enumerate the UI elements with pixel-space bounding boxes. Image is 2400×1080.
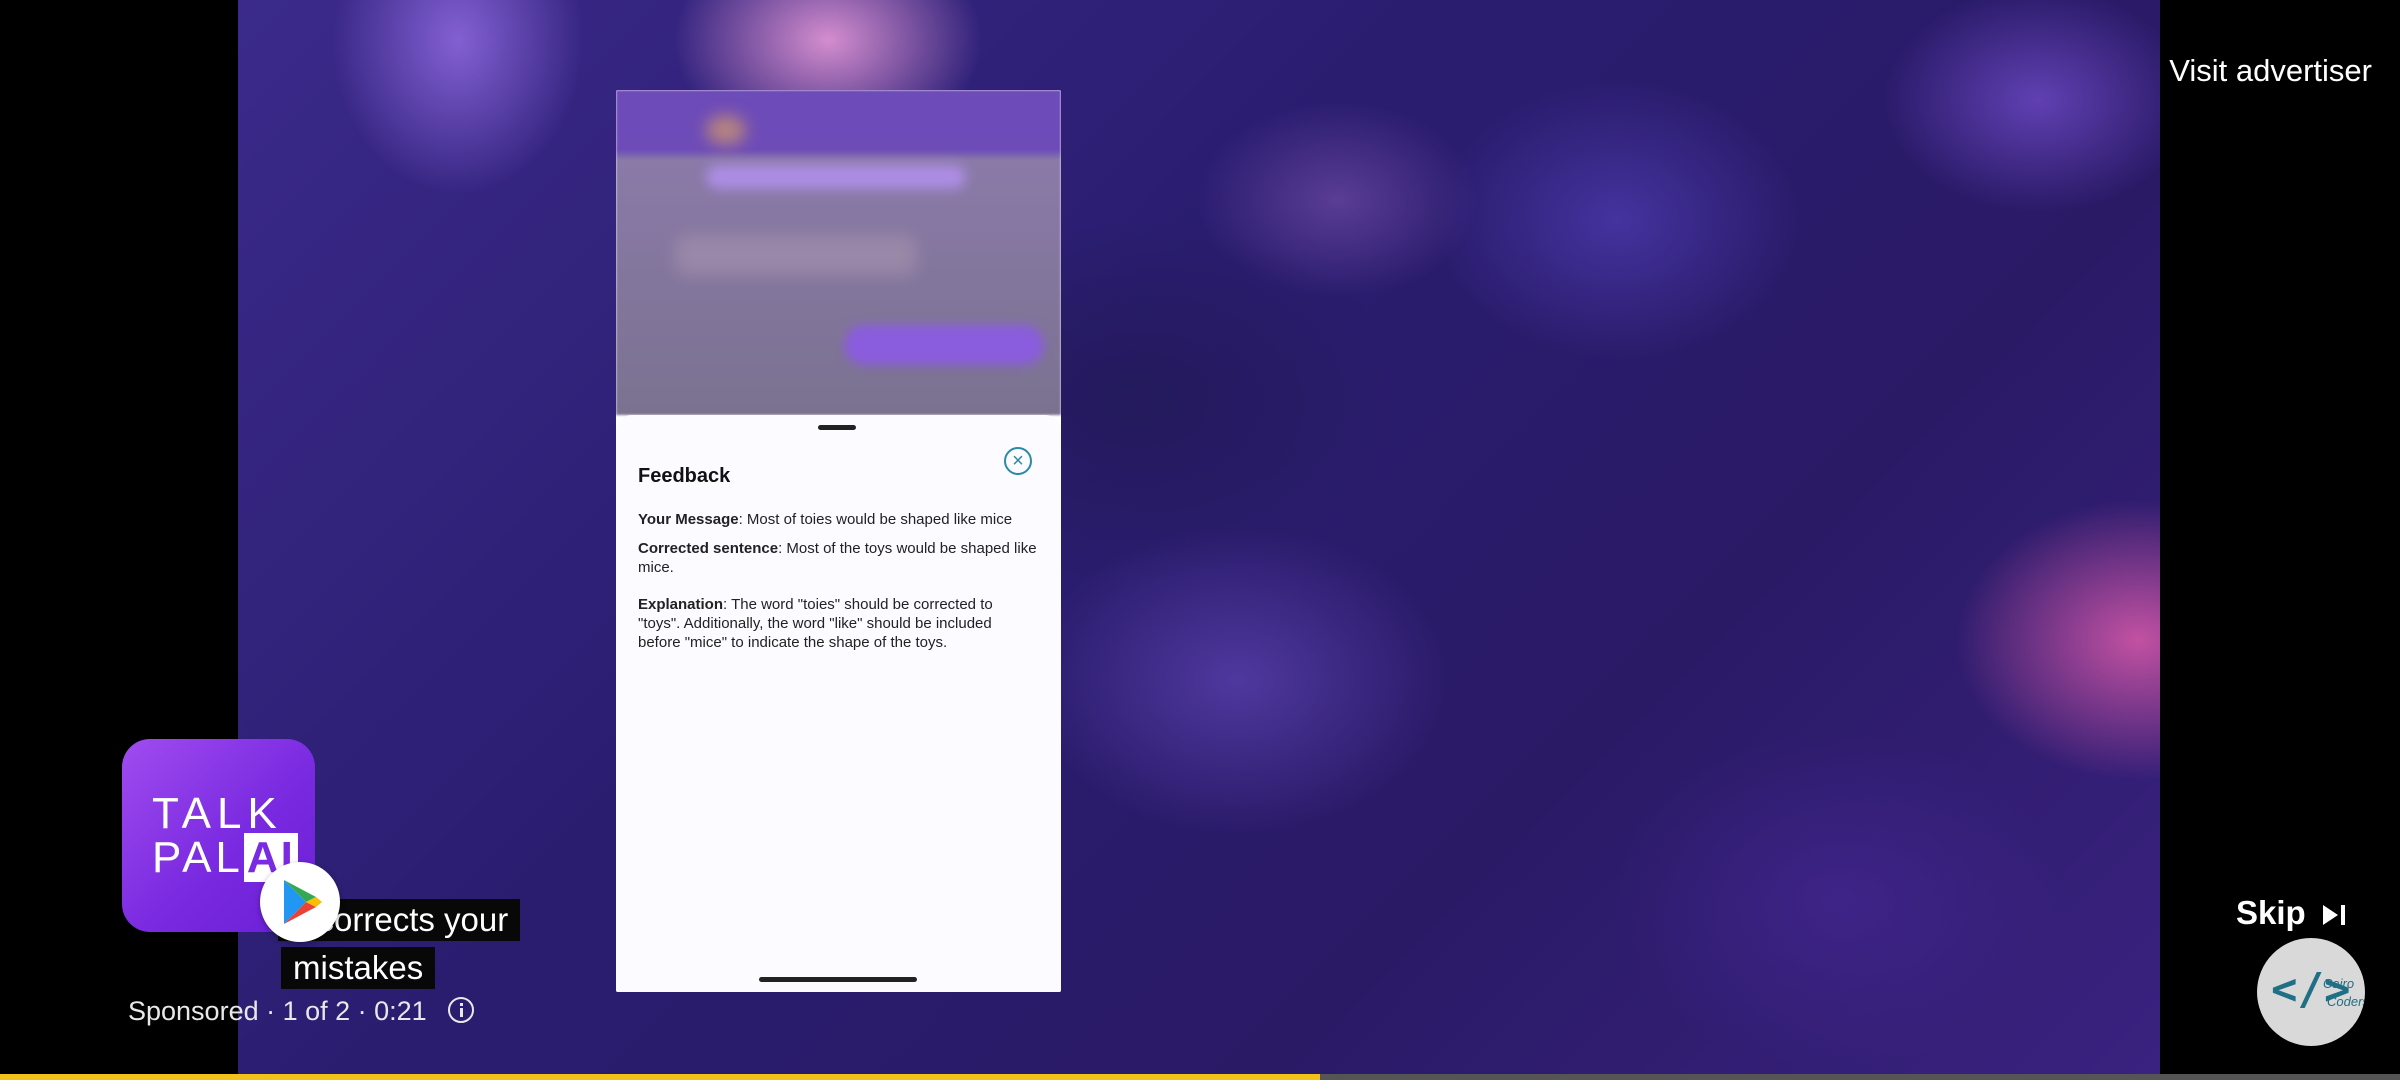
visit-advertiser-link[interactable]: Visit advertiser bbox=[2169, 53, 2372, 89]
close-icon: × bbox=[1004, 447, 1032, 475]
home-indicator bbox=[759, 977, 917, 982]
video-background bbox=[238, 0, 2160, 1080]
info-icon[interactable] bbox=[448, 997, 474, 1023]
caption-line2: mistakes bbox=[281, 947, 436, 989]
ad-progress-bar bbox=[0, 1074, 2400, 1080]
phone-mockup: × Feedback Your Message: Most of toies w… bbox=[616, 90, 1061, 992]
feedback-sheet: × Feedback Your Message: Most of toies w… bbox=[616, 415, 1061, 992]
corrected-sentence: Corrected sentence: Most of the toys wou… bbox=[638, 540, 1037, 576]
phone-blurred-top bbox=[616, 90, 1061, 415]
sheet-handle bbox=[818, 425, 856, 430]
sponsored-label: Sponsored · 1 of 2 · 0:21 bbox=[128, 996, 427, 1026]
ad-progress-fill bbox=[0, 1074, 1320, 1080]
skip-next-icon[interactable] bbox=[2320, 902, 2348, 928]
skip-button[interactable]: Skip bbox=[2236, 894, 2306, 932]
your-message: Your Message: Most of toies would be sha… bbox=[638, 511, 1013, 528]
feedback-title: Feedback bbox=[638, 465, 731, 487]
channel-name-line2: Coders bbox=[2327, 994, 2365, 1009]
video-player[interactable]: × Feedback Your Message: Most of toies w… bbox=[238, 0, 2160, 1080]
google-play-icon[interactable] bbox=[260, 862, 340, 942]
channel-name-line1: Cairo bbox=[2323, 976, 2355, 991]
channel-avatar[interactable]: </> Cairo Coders bbox=[2257, 938, 2365, 1046]
feedback-body: Your Message: Most of toies would be sha… bbox=[638, 510, 1038, 662]
app-icon-line1: TALK bbox=[152, 789, 283, 838]
explanation: Explanation: The word "toies" should be … bbox=[638, 596, 993, 651]
